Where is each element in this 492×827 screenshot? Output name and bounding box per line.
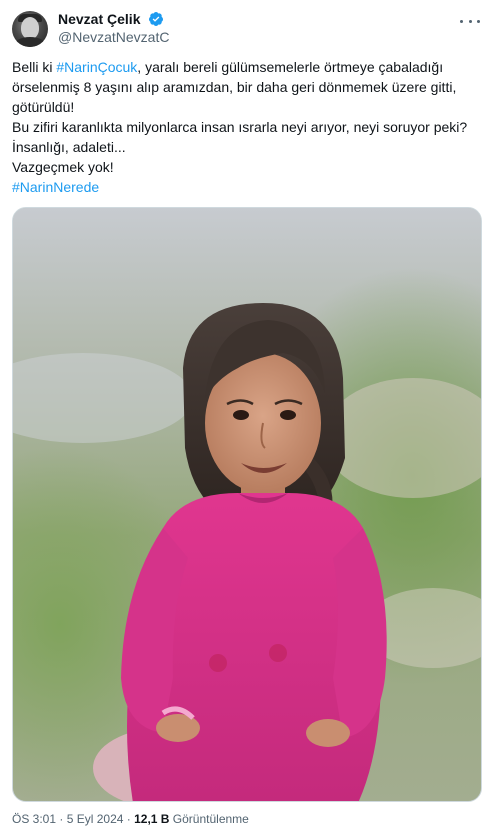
tweet-line-5: İnsanlığı, adaleti... [12,139,126,155]
hashtag-narin-cocuk[interactable]: #NarinÇocuk [56,59,137,75]
author-handle[interactable]: @NevzatNevzatC [58,28,169,46]
tweet-line-2: örselenmiş 8 yaşını alıp aramızdan, bir … [12,79,457,95]
more-options-icon[interactable] [460,14,480,28]
tweet-line-3: götürüldü! [12,99,75,115]
tweet-text-segment: , yaralı bereli gülümsemelerle örtmeye ç… [137,59,444,75]
tweet-line-6: Vazgeçmek yok! [12,159,114,175]
tweet-line-4: Bu zifiri karanlıkta milyonlarca insan ı… [12,119,468,135]
hashtag-narin-nerede[interactable]: #NarinNerede [12,179,99,195]
tweet-meta: ÖS 3:01 · 5 Eyl 2024 · 12,1 B Görüntülen… [12,812,249,827]
tweet-header: Nevzat Çelik @NevzatNevzatC [12,10,482,50]
tweet-line-1: Belli ki #NarinÇocuk, yaralı bereli gülü… [12,57,482,77]
author-names: Nevzat Çelik @NevzatNevzatC [58,10,169,46]
verified-badge-icon [148,12,163,26]
meta-separator: · [56,812,67,826]
tweet-text: Belli ki #NarinÇocuk, yaralı bereli gülü… [12,57,482,197]
avatar-shoulders [14,37,46,47]
meta-separator: · [123,812,135,826]
tweet-line-7: #NarinNerede [12,177,482,197]
avatar[interactable] [12,11,48,47]
tweet-date[interactable]: 5 Eyl 2024 [67,812,124,826]
avatar-face [21,17,39,39]
tweet-time[interactable]: ÖS 3:01 [12,812,56,826]
author-display-name[interactable]: Nevzat Çelik [58,10,140,28]
tweet-photo[interactable] [12,207,482,802]
photo-of-smiling-girl-icon [13,208,481,801]
tweet-text-segment: Belli ki [12,59,57,75]
views-count: 12,1 B [134,812,170,826]
views-label: Görüntülenme [169,812,249,826]
